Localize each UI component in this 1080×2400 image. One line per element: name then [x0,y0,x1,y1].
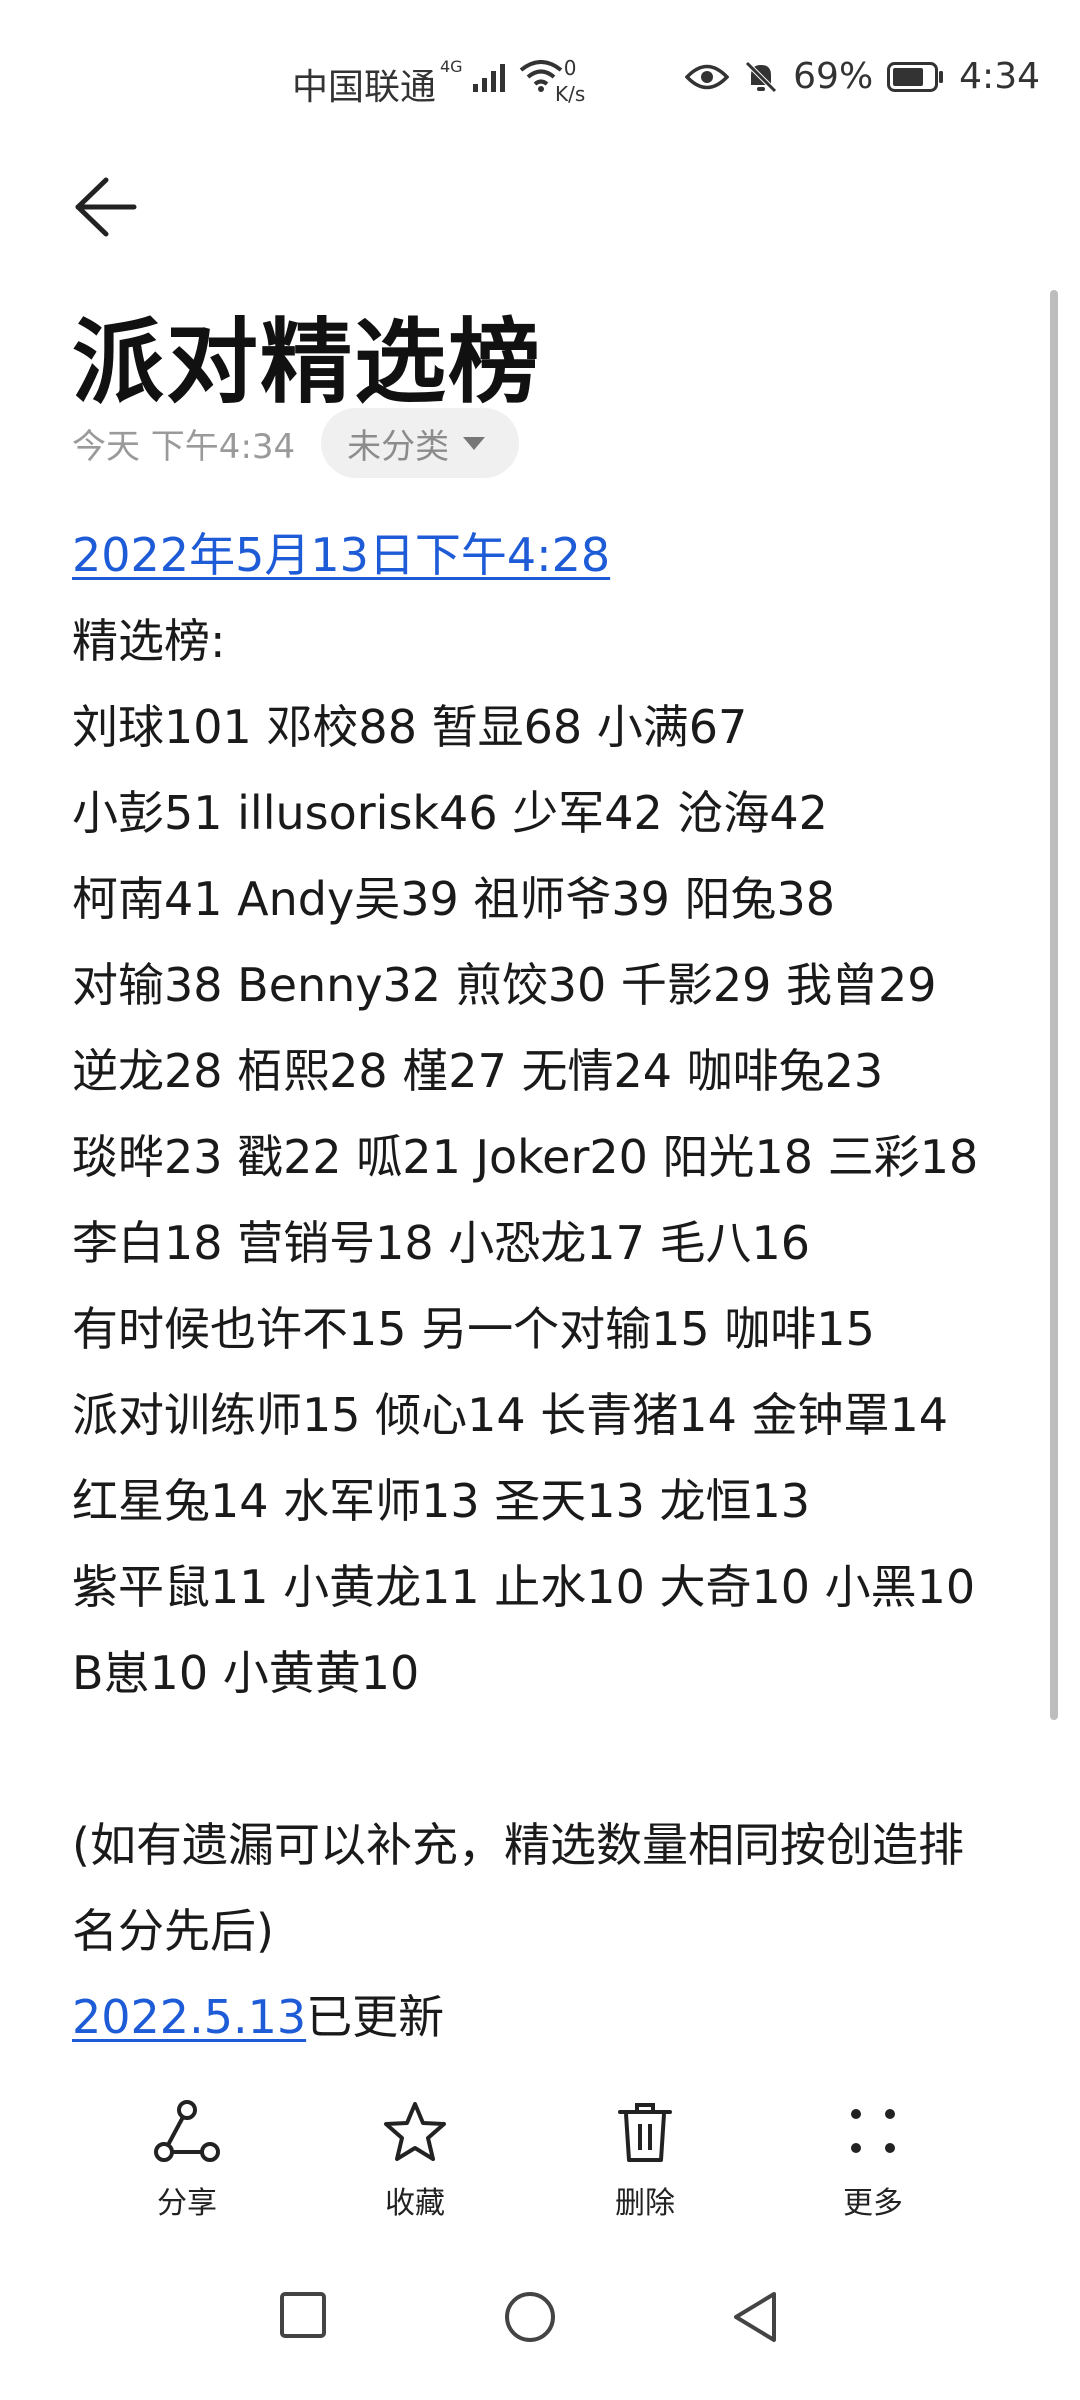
note-line: 琰晔23 戳22 呱21 Joker20 阳光18 三彩18 [72,1130,979,1184]
update-date-link[interactable]: 2022.5.13 [72,1990,306,2044]
scrollbar[interactable] [1050,290,1058,1720]
circle-icon [505,2292,555,2342]
chevron-down-icon [463,436,486,450]
footnote-line: (如有遗漏可以补充，精选数量相同按创造排 [72,1818,964,1872]
nav-back-button[interactable] [730,2290,780,2348]
footnote-line: 名分先后) [72,1904,274,1958]
share-button[interactable]: 分享 [112,2100,262,2222]
recents-button[interactable] [278,2290,328,2344]
note-line: 有时候也许不15 另一个对输15 咖啡15 [72,1302,875,1356]
note-line: 李白18 营销号18 小恐龙17 毛八16 [72,1216,810,1270]
carrier-name: 中国联通 [292,67,437,108]
more-button[interactable]: 更多 [798,2100,948,2222]
share-label: 分享 [157,2186,217,2221]
favorite-button[interactable]: 收藏 [340,2100,490,2222]
category-dropdown[interactable]: 未分类 [321,408,520,478]
delete-button[interactable]: 删除 [570,2100,720,2222]
more-dots-icon [851,2109,895,2153]
note-line: 对输38 Benny32 煎饺30 千影29 我曾29 [72,958,937,1012]
square-icon [280,2292,326,2338]
notes-screen: { "status_bar": { "carrier": "中国联通", "ne… [0,0,1080,2400]
note-body[interactable]: 2022年5月13日下午4:28 精选榜: 刘球101 邓校88 暂显68 小满… [72,512,1032,2060]
back-button[interactable] [70,172,140,242]
clock: 4:34 [959,56,1040,97]
triangle-back-icon [734,2292,776,2342]
date-link[interactable]: 2022年5月13日下午4:28 [72,528,610,582]
note-line: 逆龙28 栢熙28 槿27 无情24 咖啡兔23 [72,1044,884,1098]
star-icon [384,2102,446,2161]
delete-label: 删除 [615,2186,675,2221]
note-line: 小彭51 illusorisk46 少军42 沧海42 [72,786,828,840]
note-line: 精选榜: [72,614,226,668]
battery-icon [887,61,944,92]
signal-group: 4G [440,57,563,92]
status-bar: 中国联通 4G 0 K/s 69% 4:34 [0,0,1080,150]
favorite-label: 收藏 [385,2186,445,2221]
category-label: 未分类 [347,426,450,467]
note-line: 刘球101 邓校88 暂显68 小满67 [72,700,748,754]
net-speed: 0 K/s [555,56,586,106]
note-line: 派对训练师15 倾心14 长青猪14 金钟罩14 [72,1388,948,1442]
trash-icon [618,2103,672,2162]
note-title[interactable]: 派对精选榜 [72,288,542,421]
note-line: 红星兔14 水军师13 圣天13 龙恒13 [72,1474,810,1528]
note-timestamp: 今天 下午4:34 [72,426,296,467]
note-meta: 今天 下午4:34 未分类 [72,408,520,478]
note-line: 柯南41 Andy吴39 祖师爷39 阳兔38 [72,872,836,926]
update-suffix: 已更新 [306,1990,445,2044]
home-button[interactable] [503,2290,557,2348]
eye-icon [685,64,730,89]
note-line: B崽10 小黄黄10 [72,1646,420,1700]
mute-bell-icon [745,60,777,93]
note-line: 紫平鼠11 小黄龙11 止水10 大奇10 小黑10 [72,1560,976,1614]
status-right: 69% 4:34 [685,56,1040,97]
cellular-signal-icon [472,64,505,92]
back-arrow-icon [75,177,137,237]
more-label: 更多 [843,2186,903,2221]
system-nav-bar [0,2250,1080,2400]
battery-percent: 69% [793,56,874,97]
share-icon [154,2100,220,2162]
network-type-label: 4G [440,57,463,76]
